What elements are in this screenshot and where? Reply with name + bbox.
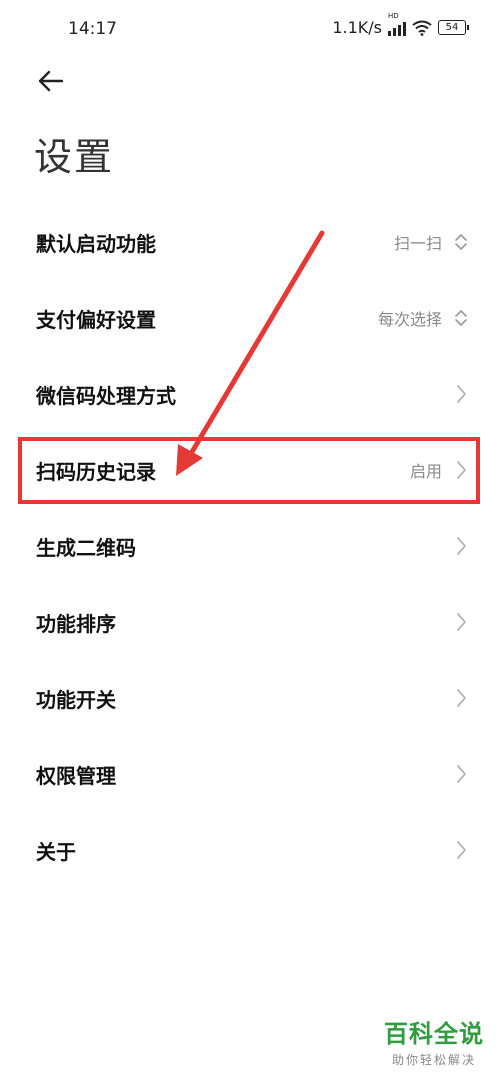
setting-label: 关于 [36,839,76,864]
status-indicators: 1.1K/s HD 54 [332,12,469,37]
chevron-right-icon [457,613,466,631]
wifi-icon [412,20,432,36]
setting-label: 微信码处理方式 [36,383,176,408]
setting-value: 每次选择 [377,310,442,329]
updown-chevron-icon [455,234,467,250]
setting-payment-preference[interactable]: 支付偏好设置 每次选择 [0,280,500,356]
status-time: 14:17 [68,19,117,39]
setting-label: 生成二维码 [36,535,136,560]
chevron-right-icon [457,537,466,555]
page-title: 设置 [34,135,115,179]
status-bar: 14:17 1.1K/s HD 54 [0,0,500,60]
setting-label: 默认启动功能 [36,231,156,256]
setting-label: 支付偏好设置 [36,307,156,332]
settings-list: 默认启动功能 扫一扫 支付偏好设置 每次选择 微信码处理方式 扫码历史记录 启用… [0,204,500,888]
watermark-logo: 百科全说 助你轻松解决 [384,1014,484,1068]
setting-wechat-code-handling[interactable]: 微信码处理方式 [0,356,500,432]
arrow-left-icon [38,70,64,92]
chevron-right-icon [457,689,466,707]
setting-feature-switch[interactable]: 功能开关 [0,660,500,736]
setting-default-launch[interactable]: 默认启动功能 扫一扫 [0,204,500,280]
chevron-right-icon [457,385,466,403]
setting-label: 功能开关 [36,687,116,712]
cellular-signal-icon: HD [388,12,406,36]
back-button[interactable] [34,64,70,98]
setting-permissions[interactable]: 权限管理 [0,736,500,812]
battery-icon: 54 [438,20,469,35]
watermark-subtitle: 助你轻松解决 [391,1053,476,1067]
setting-value: 扫一扫 [393,234,442,253]
chevron-right-icon [457,841,466,859]
watermark-title: 百科全说 [384,1020,484,1048]
hd-badge: HD [388,11,399,20]
setting-label: 权限管理 [36,763,116,788]
setting-generate-qrcode[interactable]: 生成二维码 [0,508,500,584]
chevron-right-icon [457,765,466,783]
setting-feature-order[interactable]: 功能排序 [0,584,500,660]
network-speed: 1.1K/s [332,18,382,37]
updown-chevron-icon [455,310,467,326]
setting-label: 功能排序 [36,611,116,636]
annotation-highlight-box [18,437,480,504]
setting-about[interactable]: 关于 [0,812,500,888]
